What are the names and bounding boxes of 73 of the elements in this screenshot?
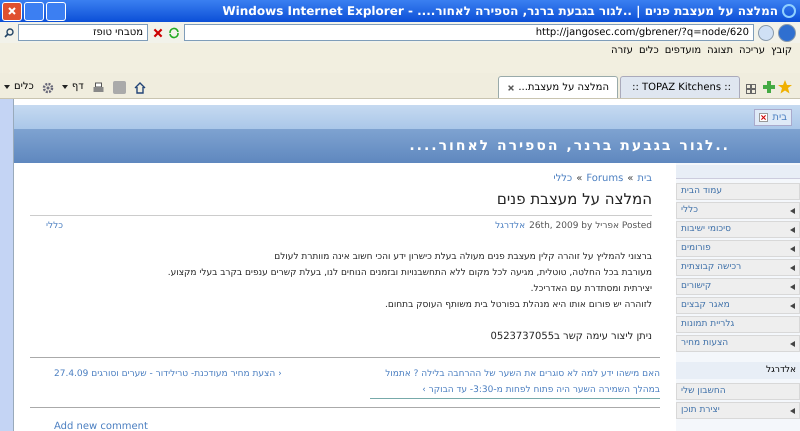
menu-item[interactable]: תצוגה xyxy=(707,43,734,58)
post-paragraph: לזוהרה יש פורום אותו היא מנהלת בפורטל בית משותף העוסק בתחום. xyxy=(384,299,652,312)
post-paragraph: מעורבת בכל החלטה, טוטלית, מגיעה לכל מקום ללא התחשבנויות ובזמנים הנוחים לנו, בעלת קשרים ענפים בקרב בעלי מקצוע. xyxy=(166,267,652,280)
sidebar-item[interactable]: כללי xyxy=(676,202,800,219)
sidebar-item[interactable]: יצירת תוכן xyxy=(676,402,800,419)
browser-icon xyxy=(782,4,796,18)
contact-line: ניתן ליצור עימה קשר ב0523737055 xyxy=(489,330,652,344)
caret-icon[interactable] xyxy=(62,84,68,88)
arrow-icon xyxy=(790,208,795,214)
home-tab[interactable]: בית xyxy=(754,108,792,126)
arrow-icon xyxy=(790,264,795,270)
menu-item[interactable]: קובץ xyxy=(771,43,792,58)
arrow-icon xyxy=(790,246,795,252)
tab-grid-icon[interactable] xyxy=(746,84,756,94)
arrow-icon xyxy=(790,284,795,290)
gear-icon[interactable] xyxy=(42,82,54,94)
forward-icon[interactable] xyxy=(758,24,774,40)
arrow-icon xyxy=(790,408,795,414)
close-tab-icon[interactable] xyxy=(507,84,515,92)
sidebar-item[interactable]: הצעות מחיר xyxy=(676,335,800,352)
menu-item[interactable]: כלים xyxy=(638,43,659,58)
author-link[interactable]: אלדרגל xyxy=(495,220,526,233)
close-icon xyxy=(7,6,17,16)
page-menu[interactable]: דף xyxy=(72,79,84,94)
arrow-icon xyxy=(790,302,795,308)
breadcrumb-link[interactable]: בית xyxy=(637,171,652,186)
browser-tab[interactable]: :: TOPAZ Kitchens :: xyxy=(620,76,740,98)
add-comment-link[interactable]: Add new comment xyxy=(54,421,148,431)
arrow-icon xyxy=(790,340,795,346)
window-title: המלצה על מעצבת פנים | ..לגור בגבעת ברנר, הספירה לאחור.... - Windows Internet Explorer xyxy=(221,3,779,20)
arrow-icon xyxy=(790,226,795,232)
plus-star-icon[interactable] xyxy=(762,80,776,94)
sidebar-item[interactable]: רכישה קבוצתית xyxy=(676,259,800,276)
menu-item[interactable]: מועדפים xyxy=(664,43,702,58)
caret-icon[interactable] xyxy=(4,84,10,88)
sidebar-item[interactable]: מאגר קבצים xyxy=(676,297,800,314)
restore-button[interactable] xyxy=(24,2,44,20)
refresh-icon[interactable] xyxy=(168,26,180,38)
post-paragraph: יצירתית ומסתדרת עם האדריכל. xyxy=(530,283,652,296)
sidebar-item[interactable]: פורומים xyxy=(676,240,800,257)
menu-item[interactable]: עריכה xyxy=(739,43,765,58)
menu-item[interactable]: עזרה xyxy=(611,43,633,58)
tools-menu[interactable]: כלים xyxy=(14,79,34,94)
post-meta: Posted אפריל 26th, 2009 by xyxy=(529,220,652,232)
category-link[interactable]: כללי xyxy=(46,220,64,233)
close-button[interactable] xyxy=(2,2,22,20)
previous-post-link[interactable]: ‹ הצעת מחיר מעודכנת- טרילידור - שערים וסורגים 27.4.09 xyxy=(54,366,282,399)
scrollbar[interactable] xyxy=(0,99,14,431)
site-title: ..לגור בגבעת ברנר, הספירה לאחור.... xyxy=(409,136,730,156)
sidebar-item[interactable]: עמוד הבית xyxy=(676,183,800,200)
breadcrumb-separator: » xyxy=(627,172,634,186)
sidebar-item[interactable]: גלריית תמונות xyxy=(676,316,800,333)
next-post-link[interactable]: האם מישהו ידע למה לא סוגרים את השער של ההרחבה בלילה ? אתמול במהלך השמירה השער היה פתוח לפחות מ-3:30- עד הבוקר › xyxy=(370,366,660,399)
post-paragraph: ברצוני להמליץ על זוהרה קלין מעצבת פנים מעולה בעלת כישרון ידע והכי חשוב אינה מוותרת לעולם xyxy=(273,251,652,264)
sidebar-item[interactable]: קישורים xyxy=(676,278,800,295)
breadcrumb-link[interactable]: כללי xyxy=(553,171,572,186)
star-icon[interactable] xyxy=(778,80,792,94)
printer-icon[interactable] xyxy=(92,82,105,94)
search-field[interactable]: מטבחי טופז xyxy=(18,24,148,41)
post-title: המלצה על מעצבת פנים xyxy=(30,188,652,216)
sidebar-item[interactable]: החשבון שלי xyxy=(676,383,800,400)
broken-image-icon xyxy=(759,112,768,122)
breadcrumb-separator: » xyxy=(576,172,582,186)
stop-icon[interactable] xyxy=(152,26,164,38)
home-icon[interactable] xyxy=(134,82,146,94)
breadcrumb-link[interactable]: Forums xyxy=(586,171,624,186)
search-icon[interactable] xyxy=(4,28,14,38)
minimize-button[interactable] xyxy=(46,2,66,20)
user-block-title: אלדרגל xyxy=(676,362,800,379)
browser-tab[interactable]: המלצה על מעצבת... xyxy=(498,76,618,98)
sidebar-item[interactable]: סיכומי ישיבות xyxy=(676,221,800,238)
address-field[interactable]: http://jangosec.com/gbrener/?q=node/620 xyxy=(184,24,754,41)
back-icon[interactable] xyxy=(778,24,796,42)
